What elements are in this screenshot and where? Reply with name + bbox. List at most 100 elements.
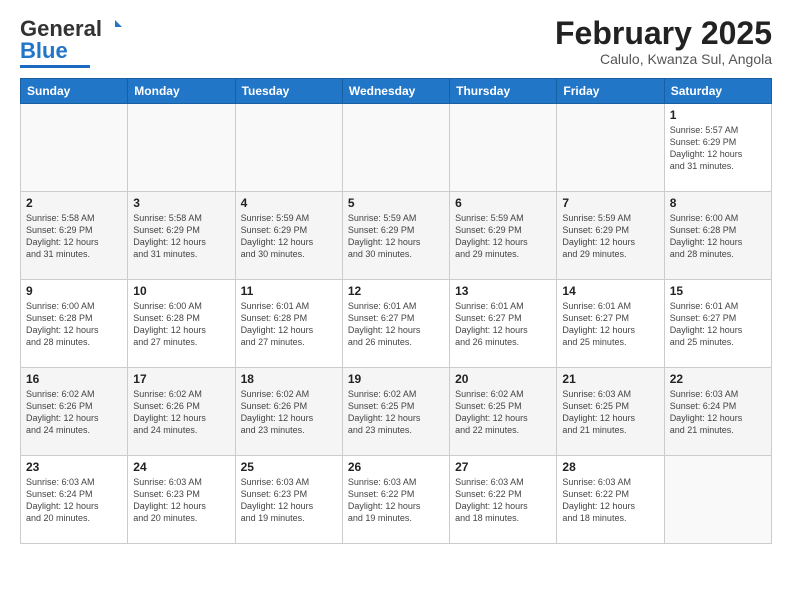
day-info: Sunrise: 6:02 AM Sunset: 6:26 PM Dayligh… [241, 388, 337, 437]
day-info: Sunrise: 6:03 AM Sunset: 6:25 PM Dayligh… [562, 388, 658, 437]
day-info: Sunrise: 6:03 AM Sunset: 6:23 PM Dayligh… [241, 476, 337, 525]
calendar-cell: 2 Sunrise: 5:58 AM Sunset: 6:29 PM Daylig… [21, 192, 128, 280]
location-subtitle: Calulo, Kwanza Sul, Angola [555, 51, 772, 67]
day-number: 8 [670, 196, 766, 210]
calendar-cell: 16Sunrise: 6:02 AM Sunset: 6:26 PM Dayli… [21, 368, 128, 456]
day-number: 25 [241, 460, 337, 474]
day-info: Sunrise: 5:58 AM Sunset: 6:29 PM Dayligh… [26, 212, 122, 261]
day-number: 27 [455, 460, 551, 474]
calendar-cell: 10 Sunrise: 6:00 AM Sunset: 6:28 PM Dayli… [128, 280, 235, 368]
calendar-cell: 17 Sunrise: 6:02 AM Sunset: 6:26 PM Dayli… [128, 368, 235, 456]
calendar-cell: 3 Sunrise: 5:58 AM Sunset: 6:29 PM Daylig… [128, 192, 235, 280]
day-info: Sunrise: 6:01 AM Sunset: 6:28 PM Dayligh… [241, 300, 337, 349]
day-number: 20 [455, 372, 551, 386]
day-number: 17 [133, 372, 229, 386]
day-number: 14 [562, 284, 658, 298]
day-info: Sunrise: 5:57 AM Sunset: 6:29 PM Dayligh… [670, 124, 766, 173]
calendar-cell: 15 Sunrise: 6:01 AM Sunset: 6:27 PM Dayli… [664, 280, 771, 368]
calendar-header-row: SundayMondayTuesdayWednesdayThursdayFrid… [21, 79, 772, 104]
weekday-header-friday: Friday [557, 79, 664, 104]
day-number: 28 [562, 460, 658, 474]
day-info: Sunrise: 6:00 AM Sunset: 6:28 PM Dayligh… [133, 300, 229, 349]
weekday-header-tuesday: Tuesday [235, 79, 342, 104]
calendar-cell: 14Sunrise: 6:01 AM Sunset: 6:27 PM Dayli… [557, 280, 664, 368]
calendar-cell: 26Sunrise: 6:03 AM Sunset: 6:22 PM Dayli… [342, 456, 449, 544]
calendar-table: SundayMondayTuesdayWednesdayThursdayFrid… [20, 78, 772, 544]
day-info: Sunrise: 6:02 AM Sunset: 6:25 PM Dayligh… [348, 388, 444, 437]
calendar-cell [21, 104, 128, 192]
calendar-cell: 6Sunrise: 5:59 AM Sunset: 6:29 PM Daylig… [450, 192, 557, 280]
weekday-header-saturday: Saturday [664, 79, 771, 104]
logo: General Blue [20, 16, 124, 68]
day-number: 2 [26, 196, 122, 210]
calendar-week-row: 9 Sunrise: 6:00 AM Sunset: 6:28 PM Daylig… [21, 280, 772, 368]
day-number: 24 [133, 460, 229, 474]
calendar-week-row: 23 Sunrise: 6:03 AM Sunset: 6:24 PM Dayli… [21, 456, 772, 544]
calendar-cell: 23 Sunrise: 6:03 AM Sunset: 6:24 PM Dayli… [21, 456, 128, 544]
day-info: Sunrise: 5:58 AM Sunset: 6:29 PM Dayligh… [133, 212, 229, 261]
calendar-cell [664, 456, 771, 544]
day-number: 21 [562, 372, 658, 386]
calendar-cell: 28 Sunrise: 6:03 AM Sunset: 6:22 PM Dayli… [557, 456, 664, 544]
day-info: Sunrise: 6:03 AM Sunset: 6:22 PM Dayligh… [562, 476, 658, 525]
calendar-week-row: 1 Sunrise: 5:57 AM Sunset: 6:29 PM Daylig… [21, 104, 772, 192]
calendar-cell: 24 Sunrise: 6:03 AM Sunset: 6:23 PM Dayli… [128, 456, 235, 544]
day-number: 15 [670, 284, 766, 298]
day-number: 5 [348, 196, 444, 210]
day-info: Sunrise: 6:02 AM Sunset: 6:26 PM Dayligh… [133, 388, 229, 437]
day-number: 13 [455, 284, 551, 298]
day-number: 4 [241, 196, 337, 210]
calendar-cell: 27 Sunrise: 6:03 AM Sunset: 6:22 PM Dayli… [450, 456, 557, 544]
calendar-cell: 11 Sunrise: 6:01 AM Sunset: 6:28 PM Dayli… [235, 280, 342, 368]
weekday-header-monday: Monday [128, 79, 235, 104]
day-info: Sunrise: 6:01 AM Sunset: 6:27 PM Dayligh… [670, 300, 766, 349]
calendar-cell [557, 104, 664, 192]
day-info: Sunrise: 6:00 AM Sunset: 6:28 PM Dayligh… [26, 300, 122, 349]
day-info: Sunrise: 6:03 AM Sunset: 6:24 PM Dayligh… [670, 388, 766, 437]
logo-blue: Blue [20, 38, 68, 63]
day-number: 22 [670, 372, 766, 386]
calendar-cell: 18 Sunrise: 6:02 AM Sunset: 6:26 PM Dayli… [235, 368, 342, 456]
day-info: Sunrise: 6:03 AM Sunset: 6:24 PM Dayligh… [26, 476, 122, 525]
calendar-cell: 19 Sunrise: 6:02 AM Sunset: 6:25 PM Dayli… [342, 368, 449, 456]
calendar-week-row: 16 Sunrise: 6:02 AM Sunset: 6:26 PM Dayli… [21, 368, 772, 456]
day-number: 16 [26, 372, 122, 386]
weekday-header-sunday: Sunday [21, 79, 128, 104]
calendar-cell: 9 Sunrise: 6:00 AM Sunset: 6:28 PM Daylig… [21, 280, 128, 368]
calendar-cell: 25 Sunrise: 6:03 AM Sunset: 6:23 PM Dayli… [235, 456, 342, 544]
day-number: 10 [133, 284, 229, 298]
day-number: 1 [670, 108, 766, 122]
day-info: Sunrise: 5:59 AM Sunset: 6:29 PM Dayligh… [241, 212, 337, 261]
day-number: 9 [26, 284, 122, 298]
day-info: Sunrise: 6:03 AM Sunset: 6:23 PM Dayligh… [133, 476, 229, 525]
calendar-cell: 5Sunrise: 5:59 AM Sunset: 6:29 PM Daylig… [342, 192, 449, 280]
day-info: Sunrise: 6:00 AM Sunset: 6:28 PM Dayligh… [670, 212, 766, 261]
day-info: Sunrise: 6:01 AM Sunset: 6:27 PM Dayligh… [455, 300, 551, 349]
calendar-cell [450, 104, 557, 192]
calendar-cell: 13 Sunrise: 6:01 AM Sunset: 6:27 PM Dayli… [450, 280, 557, 368]
day-number: 3 [133, 196, 229, 210]
calendar-cell [342, 104, 449, 192]
page: General Blue February 2025 Calulo, Kwanz… [0, 0, 792, 612]
day-number: 6 [455, 196, 551, 210]
calendar-cell [128, 104, 235, 192]
calendar-cell: 20 Sunrise: 6:02 AM Sunset: 6:25 PM Dayli… [450, 368, 557, 456]
day-number: 11 [241, 284, 337, 298]
calendar-cell: 21 Sunrise: 6:03 AM Sunset: 6:25 PM Dayli… [557, 368, 664, 456]
day-number: 19 [348, 372, 444, 386]
calendar-cell: 4 Sunrise: 5:59 AM Sunset: 6:29 PM Daylig… [235, 192, 342, 280]
day-info: Sunrise: 6:02 AM Sunset: 6:25 PM Dayligh… [455, 388, 551, 437]
day-number: 26 [348, 460, 444, 474]
header: General Blue February 2025 Calulo, Kwanz… [20, 16, 772, 68]
day-number: 18 [241, 372, 337, 386]
weekday-header-wednesday: Wednesday [342, 79, 449, 104]
calendar-cell: 1 Sunrise: 5:57 AM Sunset: 6:29 PM Daylig… [664, 104, 771, 192]
calendar-cell: 12Sunrise: 6:01 AM Sunset: 6:27 PM Dayli… [342, 280, 449, 368]
day-info: Sunrise: 5:59 AM Sunset: 6:29 PM Dayligh… [562, 212, 658, 261]
day-number: 23 [26, 460, 122, 474]
calendar-cell: 8 Sunrise: 6:00 AM Sunset: 6:28 PM Daylig… [664, 192, 771, 280]
day-info: Sunrise: 6:03 AM Sunset: 6:22 PM Dayligh… [455, 476, 551, 525]
calendar-cell: 22 Sunrise: 6:03 AM Sunset: 6:24 PM Dayli… [664, 368, 771, 456]
calendar-week-row: 2 Sunrise: 5:58 AM Sunset: 6:29 PM Daylig… [21, 192, 772, 280]
calendar-cell: 7Sunrise: 5:59 AM Sunset: 6:29 PM Daylig… [557, 192, 664, 280]
